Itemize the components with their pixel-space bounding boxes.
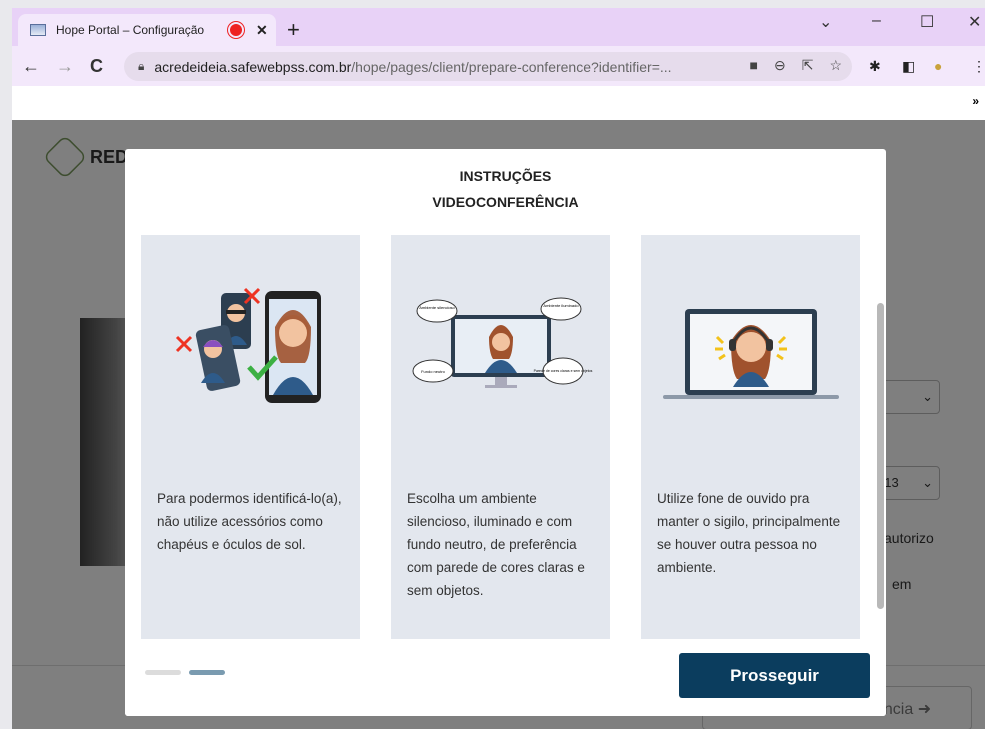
- bookmark-star-icon[interactable]: ☆: [829, 57, 842, 74]
- proceed-button[interactable]: Prosseguir: [679, 653, 870, 698]
- profile-icon[interactable]: ●: [934, 58, 942, 74]
- omnibox-icons: ■ ⊖ ⇱ ☆: [750, 57, 843, 74]
- menu-icon[interactable]: ⋮: [972, 58, 985, 75]
- modal-scrollbar[interactable]: [876, 235, 886, 639]
- lock-icon: 🔒︎: [138, 59, 145, 73]
- tab-close-icon[interactable]: ✕: [256, 22, 268, 39]
- instruction-card-environment: Ambiente silencioso Ambiente iluminado F…: [391, 235, 610, 639]
- camera-icon[interactable]: ■: [750, 57, 758, 74]
- url-path: /hope/pages/client/prepare-conference?id…: [351, 58, 672, 75]
- instruction-card-accessories: Para podermos identificá-lo(a), não util…: [141, 235, 360, 639]
- bookmarks-bar: »: [12, 86, 985, 120]
- modal-body[interactable]: Para podermos identificá-lo(a), não util…: [125, 235, 886, 639]
- modal-title: INSTRUÇÕES VIDEOCONFERÊNCIA: [125, 163, 886, 215]
- card-text: Para podermos identificá-lo(a), não util…: [157, 491, 342, 552]
- environment-illustration: Ambiente silencioso Ambiente iluminado F…: [412, 297, 593, 388]
- headset-illustration: [663, 309, 839, 399]
- bubble-text: Fundo neutro: [421, 369, 446, 374]
- minimize-button[interactable]: –: [872, 12, 881, 30]
- modal-title-line1: INSTRUÇÕES: [459, 168, 552, 184]
- modal-footer: Prosseguir: [125, 639, 886, 716]
- bubble-text: Ambiente silencioso: [419, 305, 455, 310]
- tab-strip: Hope Portal – Configuração ✕ + ⌄ – ☐ ✕: [12, 8, 985, 46]
- reload-icon[interactable]: C: [90, 56, 103, 77]
- pager-dot-1[interactable]: [145, 670, 181, 675]
- share-icon[interactable]: ⇱: [802, 57, 814, 74]
- url-host: acredeideia.safewebpss.com.br: [154, 58, 352, 75]
- instructions-modal: INSTRUÇÕES VIDEOCONFERÊNCIA Para podermo…: [125, 149, 886, 716]
- bookmarks-more-icon[interactable]: »: [972, 94, 979, 108]
- extensions-icon[interactable]: ✱: [869, 58, 881, 75]
- card-text: Escolha um ambiente silencioso, iluminad…: [407, 491, 585, 598]
- maximize-button[interactable]: ☐: [920, 12, 934, 32]
- address-bar[interactable]: 🔒︎ acredeideia.safewebpss.com.br/hope/pa…: [124, 52, 852, 81]
- new-tab-button[interactable]: +: [287, 17, 300, 43]
- browser-tab[interactable]: Hope Portal – Configuração ✕: [18, 14, 276, 46]
- tab-search-icon[interactable]: ⌄: [819, 12, 832, 32]
- forward-icon[interactable]: →: [56, 56, 74, 77]
- pager-dot-2-active[interactable]: [189, 670, 225, 675]
- tab-title: Hope Portal – Configuração: [56, 23, 205, 37]
- recording-icon: [230, 24, 242, 36]
- back-icon[interactable]: ←: [22, 56, 40, 77]
- phones-illustration: [175, 287, 321, 403]
- bubble-text: Parede de cores claras e sem objetos: [534, 369, 593, 373]
- favicon-icon: [30, 24, 46, 36]
- zoom-icon[interactable]: ⊖: [774, 57, 786, 74]
- side-panel-icon[interactable]: ◧: [902, 58, 915, 75]
- modal-title-line2: VIDEOCONFERÊNCIA: [432, 194, 579, 210]
- browser-window: Hope Portal – Configuração ✕ + ⌄ – ☐ ✕ ←…: [12, 8, 985, 729]
- browser-toolbar: ← → C 🔒︎ acredeideia.safewebpss.com.br/h…: [12, 46, 985, 86]
- card-text: Utilize fone de ouvido pra manter o sigi…: [657, 491, 841, 575]
- scrollbar-thumb[interactable]: [877, 303, 884, 609]
- close-window-button[interactable]: ✕: [968, 12, 981, 32]
- bubble-text: Ambiente iluminado: [543, 303, 579, 308]
- instruction-card-headphones: Utilize fone de ouvido pra manter o sigi…: [641, 235, 860, 639]
